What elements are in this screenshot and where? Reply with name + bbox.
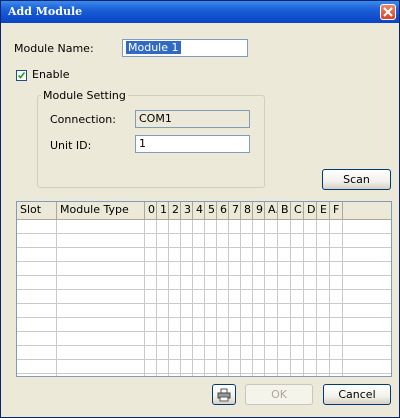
close-button[interactable] — [380, 4, 396, 20]
grid-header: Slot Module Type 0 1 2 3 4 5 6 7 8 9 A. … — [17, 202, 391, 220]
column-header[interactable]: F — [330, 202, 343, 219]
print-button[interactable] — [212, 384, 236, 405]
scan-button[interactable]: Scan — [322, 169, 391, 190]
grid-column-line — [277, 220, 278, 376]
grid-column-line — [144, 220, 145, 376]
grid-column-line — [264, 220, 265, 376]
column-header[interactable]: 8 — [241, 202, 253, 219]
close-icon — [383, 7, 393, 17]
module-grid[interactable]: Slot Module Type 0 1 2 3 4 5 6 7 8 9 A. … — [16, 201, 392, 377]
module-setting-legend: Module Setting — [41, 89, 128, 102]
column-header[interactable]: E — [317, 202, 330, 219]
enable-checkbox[interactable] — [16, 70, 27, 81]
grid-column-line — [156, 220, 157, 376]
connection-field: COM1 — [135, 110, 250, 128]
module-name-value: Module 1 — [126, 41, 181, 54]
grid-column-line — [303, 220, 304, 376]
ok-button[interactable]: OK — [245, 384, 313, 405]
column-header[interactable]: B — [278, 202, 291, 219]
grid-column-line — [329, 220, 330, 376]
grid-column-line — [228, 220, 229, 376]
unit-id-label: Unit ID: — [50, 139, 92, 152]
column-header[interactable]: D. — [304, 202, 317, 219]
module-name-label: Module Name: — [14, 42, 94, 55]
grid-column-line — [204, 220, 205, 376]
unit-id-input[interactable]: 1 — [135, 135, 250, 153]
grid-column-line — [342, 220, 343, 376]
cancel-button[interactable]: Cancel — [323, 384, 391, 405]
grid-column-line — [56, 220, 57, 376]
grid-column-line — [192, 220, 193, 376]
grid-column-line — [216, 220, 217, 376]
title-bar[interactable]: Add Module — [1, 1, 399, 23]
grid-column-line — [168, 220, 169, 376]
column-header[interactable]: 2 — [169, 202, 181, 219]
column-header[interactable]: 1 — [157, 202, 169, 219]
grid-column-line — [180, 220, 181, 376]
printer-icon — [217, 388, 231, 402]
grid-column-line — [290, 220, 291, 376]
column-header[interactable]: 0 — [145, 202, 157, 219]
grid-column-line — [252, 220, 253, 376]
column-header[interactable]: 5 — [205, 202, 217, 219]
connection-label: Connection: — [50, 113, 116, 126]
column-header[interactable]: C. — [291, 202, 304, 219]
enable-label: Enable — [32, 68, 70, 81]
column-header[interactable]: 6 — [217, 202, 229, 219]
column-header[interactable]: A. — [265, 202, 278, 219]
column-header[interactable]: 4 — [193, 202, 205, 219]
column-header[interactable]: 9 — [253, 202, 265, 219]
window-title: Add Module — [8, 5, 83, 18]
column-header[interactable]: 3 — [181, 202, 193, 219]
module-name-input[interactable]: Module 1 — [122, 39, 248, 57]
checkmark-icon — [17, 72, 26, 79]
add-module-dialog: Add Module Module Name: Module 1 Enable … — [0, 0, 400, 418]
column-header[interactable]: Slot — [17, 202, 57, 219]
column-header[interactable]: Module Type — [57, 202, 145, 219]
grid-column-line — [240, 220, 241, 376]
column-header[interactable]: 7 — [229, 202, 241, 219]
grid-column-line — [316, 220, 317, 376]
